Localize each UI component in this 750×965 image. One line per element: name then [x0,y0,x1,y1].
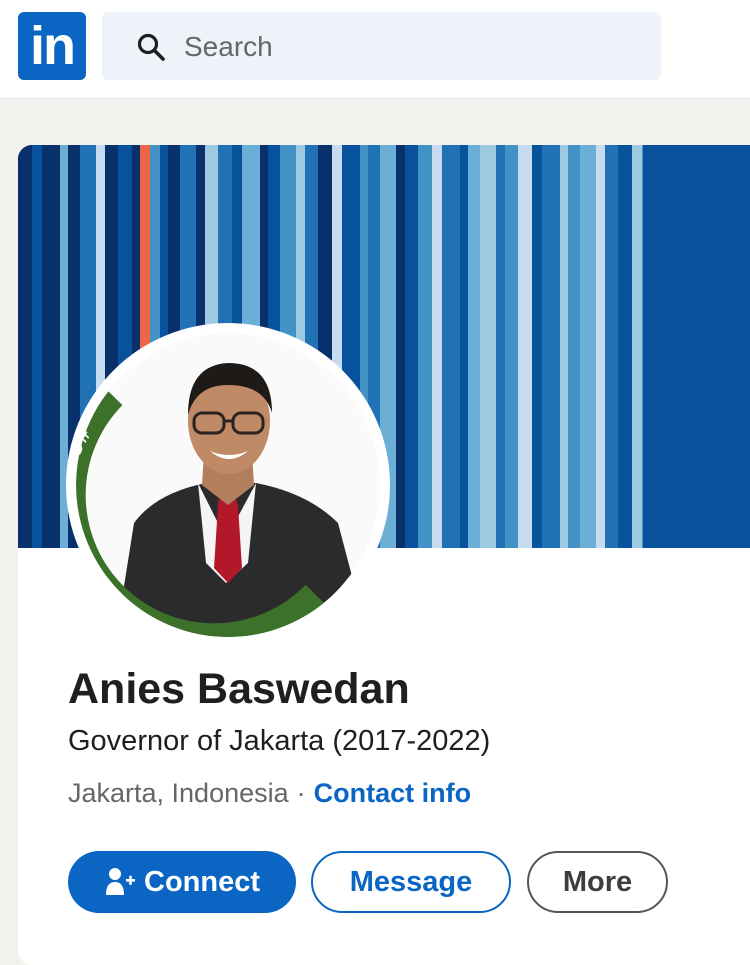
connect-button[interactable]: Connect [68,851,296,913]
contact-info-link[interactable]: Contact info [314,778,471,808]
banner-stripe [442,145,461,548]
profile-photo-frame[interactable]: #OPENTOWORK [66,323,390,647]
message-button[interactable]: Message [311,851,511,913]
profile-name: Anies Baswedan [68,665,410,713]
banner-stripe [618,145,633,548]
more-button-label: More [562,865,633,898]
banner-stripe [460,145,469,548]
banner-stripe [542,145,561,548]
search-bar[interactable] [102,12,661,82]
banner-stripe [432,145,443,548]
location-row: Jakarta, Indonesia · Contact info [68,778,471,809]
profile-photo[interactable]: #OPENTOWORK [76,333,380,637]
search-input[interactable] [182,12,636,82]
banner-stripe [396,145,406,548]
linkedin-logo[interactable]: in [18,12,86,80]
profile-card: #OPENTOWORK Anies Baswedan Governor of J… [18,145,750,965]
add-person-icon [106,868,135,895]
banner-stripe [32,145,43,548]
banner-stripe [532,145,543,548]
banner-stripe [605,145,619,548]
search-icon [137,33,165,61]
connect-button-label: Connect [144,865,260,898]
banner-stripe [405,145,419,548]
message-button-label: Message [349,865,473,898]
banner-stripe [418,145,433,548]
separator-dot: · [296,778,306,808]
banner-stripe [496,145,506,548]
banner-stripe [596,145,606,548]
banner-stripe [468,145,481,548]
profile-headline: Governor of Jakarta (2017-2022) [68,725,491,757]
banner-stripe [42,145,61,548]
banner-stripe [505,145,519,548]
banner-stripe [632,145,643,548]
profile-location: Jakarta, Indonesia [68,778,289,808]
more-button[interactable]: More [527,851,668,913]
banner-stripe [560,145,569,548]
banner-stripe [518,145,533,548]
banner-stripe [480,145,497,548]
top-nav: in [0,0,750,99]
banner-stripe [18,145,33,548]
banner-stripe [568,145,581,548]
banner-stripe [580,145,597,548]
